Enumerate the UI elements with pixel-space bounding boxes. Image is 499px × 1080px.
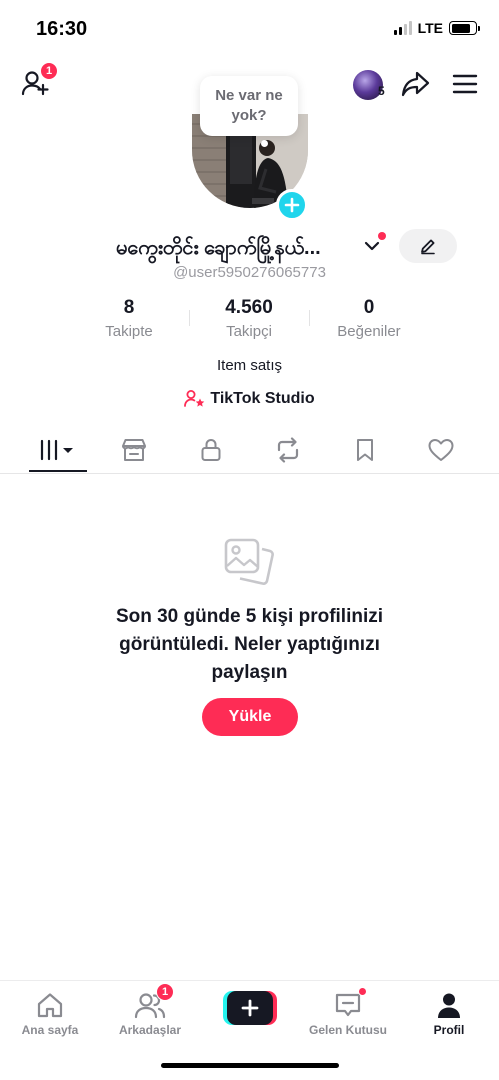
share-profile-button[interactable] — [400, 68, 432, 100]
nav-profile[interactable]: Profil — [401, 989, 497, 1037]
status-bar: 16:30 LTE — [0, 0, 499, 56]
home-indicator — [161, 1063, 339, 1068]
nav-label: Arkadaşlar — [118, 1023, 182, 1037]
active-tab-indicator — [29, 470, 87, 472]
home-icon — [37, 993, 63, 1018]
tab-videos[interactable] — [28, 426, 88, 474]
stat-likes[interactable]: 0 Beğeniler — [309, 296, 429, 344]
stat-label: Takipçi — [226, 323, 272, 340]
status-bubble[interactable]: Ne var ne yok? — [200, 76, 298, 136]
profile-tabs — [0, 426, 499, 474]
stat-value: 0 — [363, 297, 375, 318]
stat-following[interactable]: 8 Takipte — [69, 296, 189, 344]
battery-fill — [451, 23, 470, 33]
shop-icon — [122, 439, 146, 461]
battery-icon — [449, 21, 480, 35]
bookmark-icon — [357, 439, 373, 461]
create-button[interactable] — [223, 991, 277, 1025]
tab-favorites[interactable] — [335, 426, 395, 474]
stat-followers[interactable]: 4.560 Takipçi — [189, 296, 309, 344]
repost-icon — [277, 437, 299, 463]
tab-reposts[interactable] — [258, 426, 318, 474]
display-name[interactable]: မကွေးတိုင်း ချောက်မြို့နယ်... — [116, 234, 321, 264]
bubble-tail — [261, 140, 268, 147]
upload-button[interactable]: Yükle — [202, 698, 298, 736]
nav-label: Gelen Kutusu — [308, 1023, 387, 1037]
stat-value: 8 — [123, 297, 135, 318]
chevron-down-icon[interactable] — [364, 240, 380, 252]
username: @user5950276065773 — [173, 264, 326, 281]
story-count: 5 — [378, 84, 385, 98]
hamburger-menu-icon — [452, 74, 478, 94]
pencil-icon — [421, 239, 435, 255]
network-type: LTE — [417, 20, 443, 36]
nav-inbox[interactable]: Gelen Kutusu — [300, 987, 396, 1037]
share-icon — [401, 71, 430, 97]
plus-icon — [241, 999, 259, 1017]
nav-friends[interactable]: 1 Arkadaşlar — [102, 983, 198, 1037]
signal-icon — [393, 21, 412, 35]
photos-icon — [224, 538, 274, 585]
studio-label: TikTok Studio — [210, 390, 315, 407]
tab-liked[interactable] — [411, 426, 471, 474]
inbox-dot — [358, 987, 367, 996]
nav-home[interactable]: Ana sayfa — [2, 989, 98, 1037]
add-avatar-button[interactable] — [276, 189, 308, 221]
grid-icon — [40, 439, 73, 461]
profile-icon — [438, 993, 460, 1018]
heart-icon — [428, 439, 454, 461]
stat-value: 4.560 — [225, 297, 273, 318]
status-time: 16:30 — [36, 18, 88, 40]
bio-text: Item satış — [216, 357, 283, 374]
creator-star-icon — [184, 390, 205, 407]
status-indicators: LTE — [393, 20, 480, 36]
edit-profile-button[interactable] — [399, 229, 457, 263]
add-friend-button[interactable]: 1 — [18, 62, 58, 100]
stat-label: Beğeniler — [337, 323, 401, 340]
lock-icon — [201, 438, 221, 461]
nav-label: Profil — [433, 1023, 465, 1037]
tab-shop[interactable] — [104, 426, 164, 474]
inbox-icon — [335, 993, 361, 1017]
plus-icon — [284, 197, 300, 213]
profile-stats: 8 Takipte 4.560 Takipçi 0 Beğeniler — [69, 296, 429, 344]
tiktok-studio-link[interactable]: TikTok Studio — [0, 389, 499, 409]
tab-private[interactable] — [181, 426, 241, 474]
menu-button[interactable] — [450, 70, 480, 98]
friends-badge: 1 — [156, 983, 174, 1001]
nav-label: Ana sayfa — [21, 1023, 79, 1037]
account-switch-dot — [378, 232, 386, 240]
empty-state-message: Son 30 günde 5 kişi profilinizi görüntül… — [115, 606, 384, 683]
stat-label: Takipte — [105, 323, 153, 340]
notification-badge: 1 — [40, 62, 58, 80]
